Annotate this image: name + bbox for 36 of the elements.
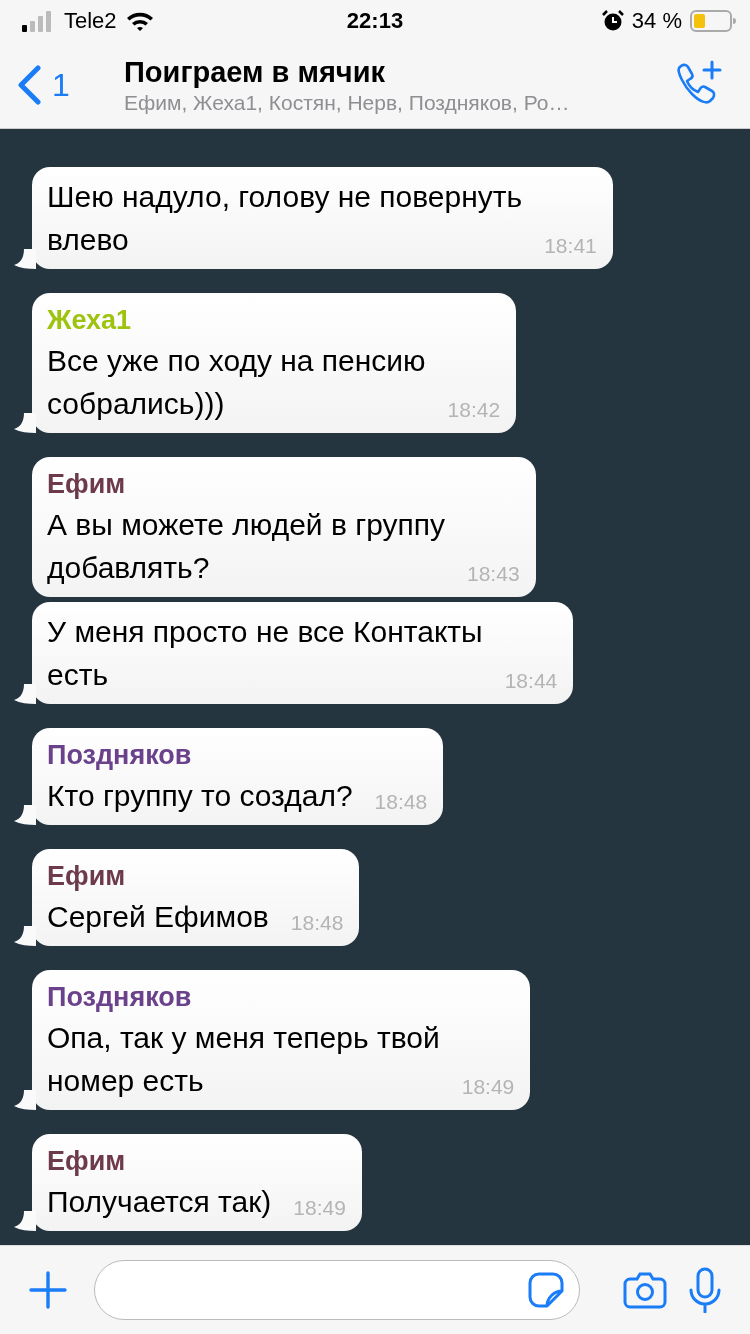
message-time: 18:42 <box>447 397 501 423</box>
message-time: 18:43 <box>467 561 520 587</box>
alarm-clock-icon <box>601 10 624 32</box>
message-text: Все уже по ходу на пенсию собрались))) <box>47 343 426 422</box>
message-text: Кто группу то создал? <box>47 778 353 814</box>
message-text: Получается так) <box>47 1184 272 1220</box>
message-text: Шею надуло, голову не повернуть влево <box>47 179 523 258</box>
sender-name: Ефим <box>47 1145 127 1178</box>
wifi-icon <box>124 10 155 32</box>
sender-name: Ефим <box>47 468 127 501</box>
carrier-name: Tele2 <box>64 8 117 34</box>
message-time: 18:48 <box>290 910 344 936</box>
message-text: Опа, так у меня теперь твой номер есть <box>47 1020 440 1099</box>
add-icon[interactable] <box>28 1270 68 1310</box>
message-time: 18:48 <box>374 789 428 815</box>
message-text: У меня просто не все Контакты есть <box>47 614 483 693</box>
chat-members[interactable]: Ефим, Жеха1, Костян, Нерв, Поздняков, Ро… <box>124 90 570 115</box>
back-chevron-icon[interactable] <box>16 65 42 105</box>
message-time: 18:41 <box>544 233 597 259</box>
sticker-icon[interactable] <box>527 1271 565 1309</box>
sender-name: Ефим <box>47 860 127 893</box>
message-time: 18:44 <box>504 668 558 694</box>
message-text: Сергей Ефимов <box>47 899 269 935</box>
status-time: 22:13 <box>346 8 404 34</box>
sender-name: Поздняков <box>47 739 193 772</box>
microphone-icon[interactable] <box>688 1267 722 1313</box>
battery-icon <box>690 9 736 33</box>
battery-percent: 34 % <box>631 8 682 34</box>
chat-title[interactable]: Поиграем в мячик <box>124 55 385 89</box>
message-time: 18:49 <box>461 1074 515 1100</box>
back-button[interactable]: 1 <box>16 65 124 105</box>
camera-icon[interactable] <box>622 1270 668 1310</box>
sender-name: Жеха1 <box>47 304 133 337</box>
message-text: А вы можете людей в группу добавлять? <box>47 507 445 586</box>
message-time: 18:49 <box>293 1195 346 1221</box>
sender-name: Поздняков <box>47 981 193 1014</box>
